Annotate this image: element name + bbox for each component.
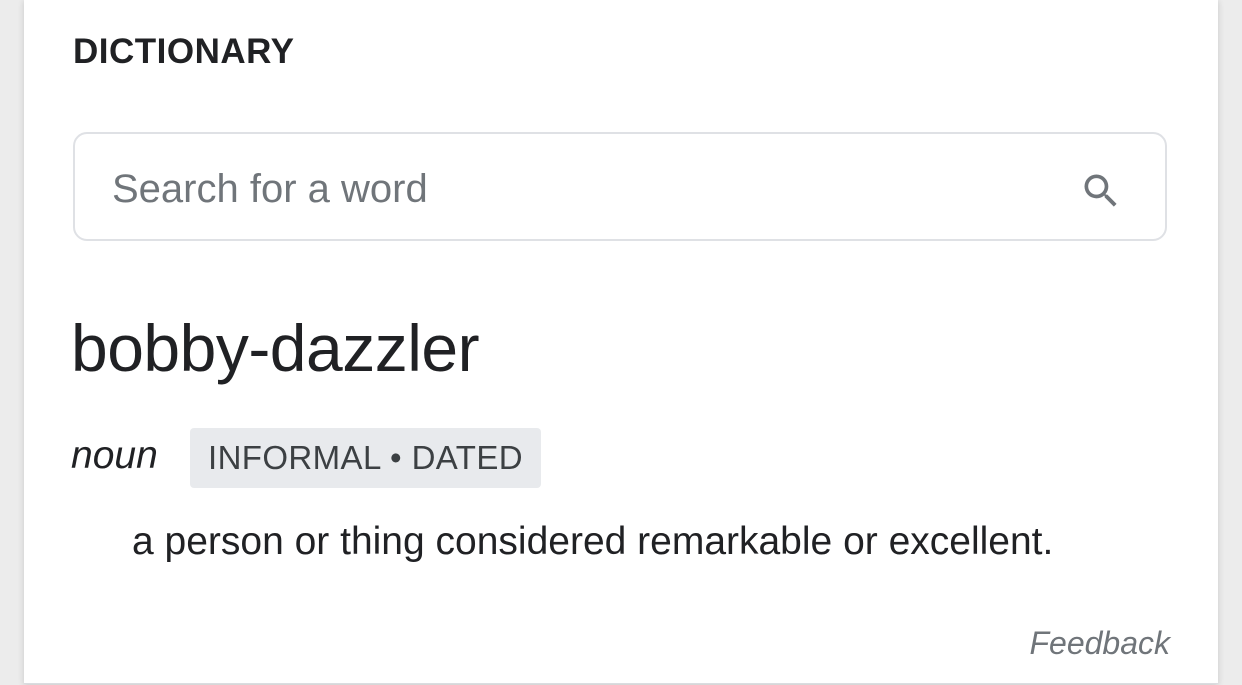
section-title: DICTIONARY [73,32,295,71]
part-of-speech: noun [71,434,158,477]
definition: a person or thing considered remarkable … [132,520,1054,563]
dictionary-card: DICTIONARY Search for a word bobby-dazzl… [24,0,1218,684]
search-placeholder: Search for a word [112,167,428,211]
search-icon[interactable] [1079,169,1123,213]
headword: bobby-dazzler [71,311,480,385]
feedback-link[interactable]: Feedback [1029,625,1170,662]
search-input[interactable]: Search for a word [73,132,1167,241]
usage-labels-badge: INFORMAL • DATED [190,428,541,488]
